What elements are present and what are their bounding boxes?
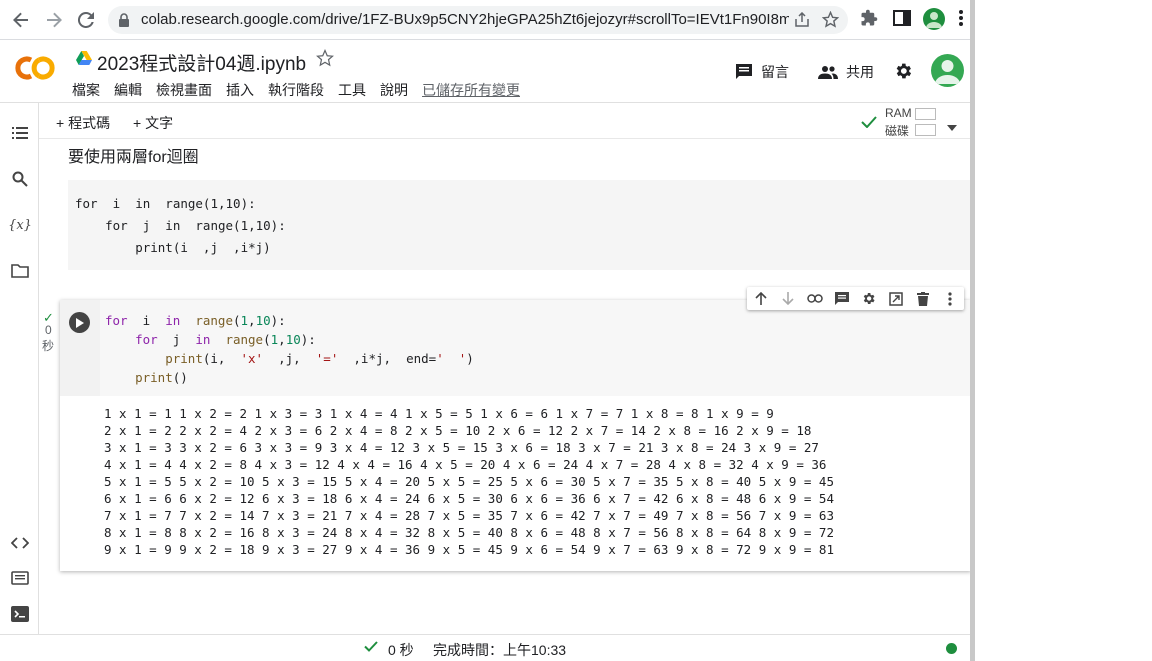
- menu-runtime[interactable]: 執行階段: [268, 80, 324, 100]
- cell-output: 1 x 1 = 1 1 x 2 = 2 1 x 3 = 3 1 x 4 = 4 …: [60, 396, 971, 571]
- link-icon[interactable]: [801, 287, 828, 310]
- browser-toolbar: colab.research.google.com/drive/1FZ-BUx9…: [0, 0, 975, 40]
- add-comment-icon[interactable]: [828, 287, 855, 310]
- ram-label: RAM: [885, 106, 912, 120]
- output-line: 5 x 1 = 5 5 x 2 = 10 5 x 3 = 15 5 x 4 = …: [104, 474, 834, 489]
- lock-icon[interactable]: [118, 13, 130, 32]
- code-line: print(i, 'x' ,j, '=' ,i*j, end=' '): [165, 351, 474, 366]
- output-line: 3 x 1 = 3 3 x 2 = 6 3 x 3 = 9 3 x 4 = 12…: [104, 440, 819, 455]
- run-cell-button[interactable]: [69, 312, 90, 333]
- search-icon[interactable]: [10, 169, 30, 189]
- code-editor[interactable]: for i in range(1,10): for j in range(1,1…: [100, 300, 971, 396]
- address-bar[interactable]: colab.research.google.com/drive/1FZ-BUx9…: [108, 6, 848, 34]
- notebook-area: 要使用兩層for迴圈 for i in range(1,10): for j i…: [39, 140, 971, 634]
- colab-header: 2023程式設計04週.ipynb 檔案 編輯 檢視畫面 插入 執行階段 工具 …: [0, 40, 975, 103]
- output-line: 6 x 1 = 6 6 x 2 = 12 6 x 3 = 18 6 x 4 = …: [104, 491, 834, 506]
- move-cell-down-icon[interactable]: [774, 287, 801, 310]
- browser-menu-icon[interactable]: [958, 9, 964, 32]
- execution-unit: 秒: [42, 339, 55, 353]
- extensions-icon[interactable]: [860, 9, 878, 32]
- reload-icon[interactable]: [73, 7, 99, 33]
- disk-label: 磁碟: [885, 124, 910, 138]
- output-line: 1 x 1 = 1 1 x 2 = 2 1 x 3 = 3 1 x 4 = 4 …: [104, 406, 774, 421]
- share-label: 共用: [846, 64, 874, 80]
- share-page-icon[interactable]: [794, 11, 810, 33]
- status-seconds: 0 秒: [388, 642, 414, 658]
- more-options-icon[interactable]: [936, 287, 963, 310]
- menu-edit[interactable]: 編輯: [114, 80, 142, 100]
- text-cell-content[interactable]: 要使用兩層for迴圈: [68, 143, 199, 167]
- star-notebook-icon[interactable]: [316, 48, 334, 72]
- command-palette-icon[interactable]: [10, 568, 30, 588]
- menu-file[interactable]: 檔案: [72, 80, 100, 100]
- desktop-background: [975, 0, 1152, 661]
- runtime-status-dot[interactable]: [946, 643, 957, 654]
- settings-gear-icon[interactable]: [893, 61, 913, 86]
- terminal-icon[interactable]: [10, 604, 30, 624]
- table-of-contents-icon[interactable]: [10, 123, 30, 143]
- delete-cell-icon[interactable]: [909, 287, 936, 310]
- saved-status-link[interactable]: 已儲存所有變更: [422, 80, 520, 100]
- text-code-line: for j in range(1,10):: [75, 218, 286, 233]
- code-cell[interactable]: for i in range(1,10): for j in range(1,1…: [60, 300, 971, 571]
- variables-icon[interactable]: {x}: [8, 215, 32, 235]
- add-text-button[interactable]: + 文字: [133, 113, 173, 133]
- output-line: 7 x 1 = 7 7 x 2 = 14 7 x 3 = 21 7 x 4 = …: [104, 508, 834, 523]
- comment-label: 留言: [761, 64, 789, 80]
- output-line: 8 x 1 = 8 8 x 2 = 16 8 x 3 = 24 8 x 4 = …: [104, 525, 834, 540]
- connected-check-icon: [861, 115, 877, 133]
- move-cell-up-icon[interactable]: [747, 287, 774, 310]
- back-icon[interactable]: [8, 7, 34, 33]
- status-completed-time: 完成時間：上午10:33: [433, 642, 567, 658]
- chevron-down-icon[interactable]: [947, 118, 957, 136]
- execution-seconds: 0: [45, 323, 52, 337]
- menu-insert[interactable]: 插入: [226, 80, 254, 100]
- resource-monitor[interactable]: RAM 磁碟: [861, 105, 941, 139]
- forward-icon[interactable]: [41, 7, 67, 33]
- output-line: 9 x 1 = 9 9 x 2 = 18 9 x 3 = 27 9 x 4 = …: [104, 542, 834, 557]
- status-bar: 0 秒 完成時間：上午10:33: [0, 634, 975, 661]
- code-snippets-icon[interactable]: [10, 533, 30, 553]
- text-code-line: for i in range(1,10):: [75, 196, 256, 211]
- output-line: 2 x 1 = 2 2 x 2 = 4 2 x 3 = 6 2 x 4 = 8 …: [104, 423, 812, 438]
- notebook-toolbar: + 程式碼 + 文字 RAM 磁碟: [39, 103, 975, 139]
- files-folder-icon[interactable]: [10, 261, 30, 281]
- menu-bar: 檔案 編輯 檢視畫面 插入 執行階段 工具 說明 已儲存所有變更: [72, 80, 534, 100]
- comment-icon: [736, 64, 752, 79]
- text-code-line: print(i ,j ,i*j): [75, 240, 271, 255]
- status-check-icon: [364, 639, 378, 657]
- mirror-cell-icon[interactable]: [882, 287, 909, 310]
- notebook-title[interactable]: 2023程式設計04週.ipynb: [97, 49, 306, 76]
- browser-profile-icon[interactable]: [923, 8, 945, 30]
- comment-button[interactable]: 留言: [735, 62, 789, 82]
- code-line: print(): [135, 370, 188, 385]
- output-line: 4 x 1 = 4 4 x 2 = 8 4 x 3 = 12 4 x 4 = 1…: [104, 457, 827, 472]
- cell-settings-icon[interactable]: [855, 287, 882, 310]
- share-button[interactable]: 共用: [818, 62, 874, 82]
- text-cell-code-block: for i in range(1,10): for j in range(1,1…: [68, 180, 971, 270]
- url-text[interactable]: colab.research.google.com/drive/1FZ-BUx9…: [141, 11, 789, 28]
- google-drive-icon: [76, 51, 92, 70]
- cell-gutter: [60, 300, 100, 396]
- people-icon: [818, 66, 838, 79]
- account-avatar[interactable]: [931, 54, 964, 87]
- left-sidebar: {x}: [0, 103, 39, 634]
- menu-help[interactable]: 說明: [380, 80, 408, 100]
- ram-meter: [915, 108, 936, 120]
- menu-tools[interactable]: 工具: [338, 80, 366, 100]
- cell-action-toolbar: [747, 287, 964, 310]
- disk-meter: [915, 124, 936, 136]
- code-line: for i in range(1,10):: [105, 313, 286, 328]
- browser-window: colab.research.google.com/drive/1FZ-BUx9…: [0, 0, 975, 661]
- bookmark-star-icon[interactable]: [821, 10, 840, 33]
- add-code-button[interactable]: + 程式碼: [56, 113, 110, 133]
- side-panel-icon[interactable]: [893, 9, 911, 32]
- colab-logo[interactable]: [14, 54, 56, 82]
- play-icon: [76, 317, 84, 328]
- menu-view[interactable]: 檢視畫面: [156, 80, 212, 100]
- code-line: for j in range(1,10):: [135, 332, 316, 347]
